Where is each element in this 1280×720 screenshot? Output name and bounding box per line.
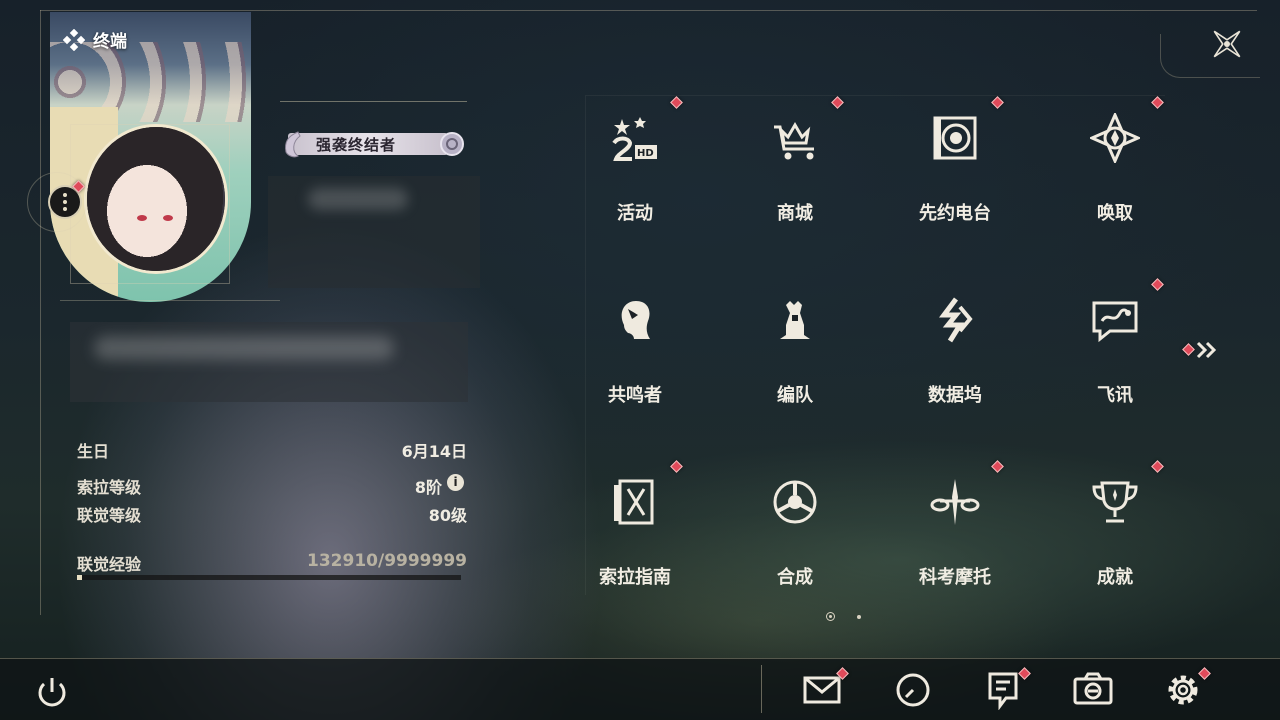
frame-top-line — [40, 10, 1257, 11]
menu-label: 商城 — [777, 203, 813, 224]
menu-label: 成就 — [1097, 567, 1133, 588]
next-page-button[interactable] — [1182, 337, 1222, 363]
avatar-eye-right — [163, 215, 173, 221]
resonator-head-icon — [621, 301, 650, 339]
menu-item-summon[interactable]: 唤取 — [1065, 103, 1205, 273]
blurred-text — [94, 336, 394, 360]
menu-label: 先约电台 — [919, 203, 991, 224]
menu-label: 数据坞 — [928, 385, 982, 406]
exp-progress-fill — [77, 575, 83, 580]
svg-text:HD: HD — [637, 148, 654, 159]
badge-ornament-left-icon — [285, 131, 301, 158]
power-button[interactable] — [31, 671, 73, 713]
page-dot[interactable] — [857, 614, 861, 619]
info-icon[interactable]: i — [447, 474, 464, 491]
menu-item-shop[interactable]: 商城 — [745, 103, 885, 273]
menu-label: 飞讯 — [1097, 385, 1133, 406]
event-2hd-icon: HD — [612, 117, 657, 161]
notice-icon — [988, 672, 1018, 711]
team-chess-icon — [780, 301, 810, 339]
menu-label: 科考摩托 — [919, 567, 991, 588]
avatar-eye-left — [137, 215, 147, 221]
blurred-text — [308, 188, 408, 210]
summon-compass-icon — [1090, 113, 1140, 163]
divider — [60, 300, 280, 301]
close-star-icon — [1213, 30, 1241, 58]
menu-label: 唤取 — [1097, 203, 1133, 224]
close-button[interactable] — [1205, 22, 1249, 66]
guidebook-icon — [614, 479, 654, 525]
data-dock-icon — [939, 297, 973, 343]
more-dot-icon — [63, 207, 67, 211]
exp-progress-bar — [77, 575, 461, 580]
page-dot-current[interactable] — [826, 612, 835, 621]
menu-item-resonators[interactable]: 共鸣者 — [585, 285, 725, 455]
mail-button[interactable] — [802, 667, 849, 710]
avatar[interactable] — [84, 124, 228, 274]
blurred-signature-panel — [70, 322, 468, 402]
menu-label: 索拉指南 — [599, 567, 671, 588]
union-level-value: 80级 — [428, 506, 467, 525]
union-exp-label: 联觉经验 — [77, 555, 142, 574]
terminal-title: 终端 — [63, 27, 127, 52]
clock-icon — [896, 673, 930, 707]
menu-item-guide[interactable]: 索拉指南 — [585, 467, 725, 637]
terminal-diamond-icon — [63, 28, 85, 51]
menu-label: 活动 — [617, 203, 653, 224]
union-level-label: 联觉等级 — [77, 506, 142, 525]
notice-button[interactable] — [982, 667, 1031, 711]
page-indicator — [826, 612, 861, 621]
sola-level-label: 索拉等级 — [77, 478, 142, 497]
bottom-bar-divider — [761, 665, 762, 713]
terminal-title-text: 终端 — [93, 32, 127, 52]
menu-item-achievements[interactable]: 成就 — [1065, 467, 1205, 637]
blurred-name-panel — [268, 176, 480, 288]
title-badge-text: 强袭终结者 — [316, 136, 397, 154]
clock-button[interactable] — [892, 668, 934, 710]
synthesis-icon — [773, 480, 817, 524]
menu-label: 编队 — [777, 385, 813, 406]
message-chat-icon — [1092, 301, 1138, 343]
badge-ornament-right-icon — [440, 132, 464, 156]
title-badge[interactable]: 强袭终结者 — [278, 128, 468, 160]
menu-item-team[interactable]: 编队 — [745, 285, 885, 455]
menu-label: 共鸣者 — [608, 385, 662, 406]
camera-icon — [1073, 672, 1113, 705]
menu-item-radio[interactable]: 先约电台 — [905, 103, 1045, 273]
menu-label: 合成 — [777, 567, 813, 588]
sola-level-value: 8阶 — [414, 478, 442, 497]
settings-button[interactable] — [1162, 667, 1211, 710]
menu-item-synthesis[interactable]: 合成 — [745, 467, 885, 637]
more-dot-icon — [63, 200, 67, 204]
menu-item-activity[interactable]: HD 活动 — [585, 103, 725, 273]
frame-left-line — [40, 10, 41, 615]
motorbike-icon — [930, 479, 980, 525]
radio-station-icon — [933, 116, 977, 160]
camera-button[interactable] — [1072, 668, 1114, 710]
avatar-portrait — [87, 127, 225, 271]
double-chevron-right-icon — [1196, 341, 1217, 359]
birthday-value: 6月14日 — [401, 442, 467, 461]
birthday-label: 生日 — [77, 442, 110, 461]
menu-item-motorbike[interactable]: 科考摩托 — [905, 467, 1045, 637]
menu-item-messages[interactable]: 飞讯 — [1065, 285, 1205, 455]
menu-item-data-dock[interactable]: 数据坞 — [905, 285, 1045, 455]
settings-gear-icon — [1168, 675, 1198, 705]
power-icon — [38, 678, 66, 707]
trophy-icon — [1092, 481, 1138, 523]
shop-cart-icon — [774, 122, 814, 160]
title-divider — [280, 101, 467, 102]
more-dot-icon — [63, 193, 67, 197]
union-exp-value: 132910/9999999 — [307, 551, 467, 571]
